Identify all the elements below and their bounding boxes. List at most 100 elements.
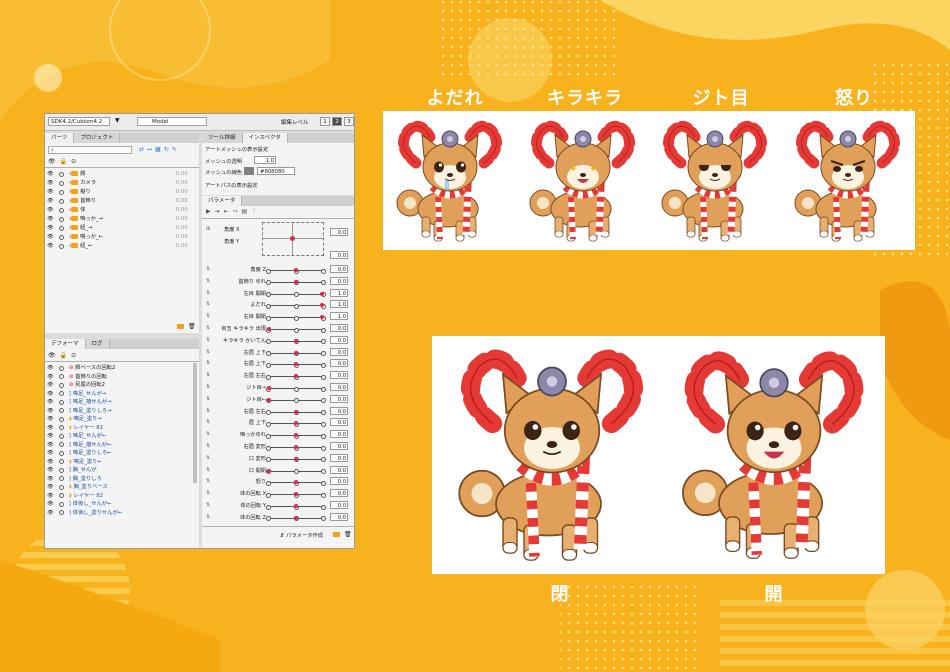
parameter-slider[interactable]: [266, 433, 326, 439]
parameter-value[interactable]: 0.0: [330, 347, 348, 356]
tab-deformer[interactable]: デフォーマ: [45, 339, 86, 349]
slider-handle[interactable]: [293, 362, 298, 367]
parameter-slider[interactable]: [266, 468, 326, 475]
parameter-value[interactable]: 0.0: [330, 383, 348, 391]
parameter-value[interactable]: 0.0: [330, 265, 348, 273]
model-path-field[interactable]: SDK4.2/Cubism4.2: [48, 117, 110, 126]
pin-icon[interactable]: ⇅: [206, 490, 210, 496]
model-select[interactable]: Model: [137, 117, 207, 126]
parameter-slider[interactable]: [266, 492, 326, 498]
tab-tool-details[interactable]: ツール詳細: [202, 133, 243, 143]
parameter-slider[interactable]: [266, 327, 326, 333]
xy-handle[interactable]: [290, 236, 295, 241]
parameter-slider[interactable]: [266, 397, 326, 404]
slider-handle[interactable]: [293, 421, 298, 426]
create-parameter-button[interactable]: ⇵ パラメータ作成: [280, 531, 323, 539]
slider-handle[interactable]: [293, 374, 298, 379]
slider-handle[interactable]: [293, 504, 298, 508]
slider-handle[interactable]: [293, 515, 298, 520]
pin-icon[interactable]: ⇅: [206, 290, 210, 296]
pin-icon[interactable]: ⇅: [206, 419, 210, 425]
parameter-value[interactable]: 0.0: [330, 477, 348, 486]
parameter-slider[interactable]: [266, 515, 326, 522]
pin-icon[interactable]: ⇅: [206, 349, 210, 355]
slider-handle[interactable]: [267, 397, 271, 402]
pin-icon[interactable]: ⇅: [206, 325, 210, 331]
parameter-slider[interactable]: [266, 303, 326, 309]
slider-handle[interactable]: [293, 338, 298, 343]
trash-icon[interactable]: 🗑: [188, 323, 196, 330]
pin-icon[interactable]: ⇅: [206, 313, 210, 319]
pin-icon[interactable]: ⇅: [206, 301, 210, 307]
parameter-slider[interactable]: [266, 291, 326, 298]
parameter-slider[interactable]: [266, 362, 326, 368]
parameter-slider[interactable]: [266, 456, 326, 463]
mesh-color-field[interactable]: #808080: [257, 167, 295, 175]
slider-handle[interactable]: [267, 386, 271, 390]
xy-parameter-grid[interactable]: [262, 222, 324, 256]
parameter-value[interactable]: 1.0: [330, 300, 348, 309]
parameter-slider[interactable]: [266, 374, 326, 380]
pin-icon[interactable]: ⇅: [206, 455, 210, 461]
slider-handle[interactable]: [293, 268, 298, 272]
parameter-value[interactable]: 0.0: [330, 324, 348, 332]
parameter-value[interactable]: 0.0: [330, 359, 348, 368]
mesh-color-swatch[interactable]: [244, 167, 254, 175]
level-2-button[interactable]: 2: [332, 117, 342, 126]
parameter-slider[interactable]: [266, 445, 326, 451]
pin-icon[interactable]: ⇅: [206, 408, 210, 414]
slider-handle[interactable]: [293, 480, 298, 485]
pin-icon[interactable]: ⇅: [206, 266, 210, 272]
slider-handle[interactable]: [293, 350, 298, 355]
parameter-slider[interactable]: [266, 279, 326, 286]
slider-handle[interactable]: [267, 327, 271, 331]
pin-icon[interactable]: ⇅: [206, 278, 210, 284]
param-trash-icon[interactable]: 🗑: [344, 531, 352, 538]
slider-handle[interactable]: [293, 433, 298, 438]
parameter-value[interactable]: 0.0: [330, 442, 348, 450]
pin-icon[interactable]: ⇅: [206, 396, 210, 402]
pin-icon[interactable]: ⇅: [206, 360, 210, 366]
parameter-value[interactable]: 0.0: [330, 489, 348, 498]
param-folder-icon[interactable]: [333, 532, 340, 537]
parameter-value[interactable]: 0.0: [330, 406, 348, 415]
parameter-value[interactable]: 0.0: [330, 394, 348, 403]
parameter-value[interactable]: 0.0: [330, 371, 348, 380]
pin-icon[interactable]: ⇅: [206, 478, 210, 484]
angle-x-value[interactable]: 0.0: [330, 228, 348, 236]
pin-icon[interactable]: ⇅: [206, 384, 210, 390]
slider-handle[interactable]: [320, 291, 324, 296]
tab-parameter[interactable]: パラメータ: [202, 196, 243, 206]
level-1-button[interactable]: 1: [320, 117, 330, 126]
pin-icon[interactable]: ⇅: [206, 467, 210, 473]
pin-icon[interactable]: ⇅: [206, 372, 210, 378]
tab-project[interactable]: プロジェクト: [74, 133, 121, 143]
parameter-value[interactable]: 0.0: [330, 465, 348, 474]
parameter-slider[interactable]: [266, 338, 326, 345]
parameter-value[interactable]: 0.0: [330, 453, 348, 462]
slider-handle[interactable]: [293, 456, 298, 461]
new-folder-icon[interactable]: [177, 324, 184, 329]
parameter-tool-icons[interactable]: ▶⇥⇤⤳▤⋮: [206, 208, 261, 216]
tab-parts[interactable]: パーツ: [45, 133, 75, 143]
slider-handle[interactable]: [267, 468, 271, 473]
parameter-slider[interactable]: [266, 268, 326, 274]
dropdown-arrow-icon[interactable]: ▼: [115, 117, 120, 124]
parameter-slider[interactable]: [266, 315, 326, 321]
slider-handle[interactable]: [293, 445, 298, 449]
parameter-value[interactable]: 1.0: [330, 312, 348, 321]
angle-y-value[interactable]: 0.0: [330, 251, 348, 259]
pin-icon[interactable]: ⇅: [206, 337, 210, 343]
tab-inspector[interactable]: インスペクタ: [242, 133, 288, 143]
parameter-value[interactable]: 0.0: [330, 276, 348, 285]
slider-handle[interactable]: [293, 279, 298, 284]
parts-tool-icons[interactable]: ⇄↔▦↻✎: [139, 146, 180, 153]
parameter-slider[interactable]: [266, 421, 326, 427]
parameter-slider[interactable]: [266, 386, 326, 392]
parameter-slider[interactable]: [266, 350, 326, 357]
mesh-opacity-field[interactable]: 1.0: [254, 156, 276, 164]
parameter-value[interactable]: 0.0: [330, 512, 348, 521]
level-3-button[interactable]: 3: [344, 117, 354, 126]
tab-log[interactable]: ログ: [85, 339, 110, 349]
parameter-value[interactable]: 0.0: [330, 418, 348, 427]
